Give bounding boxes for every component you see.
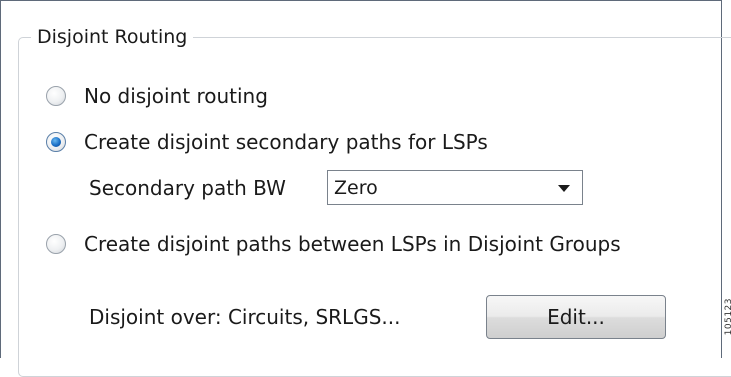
radio-label: Create disjoint paths between LSPs in Di…: [84, 232, 621, 256]
radio-create-disjoint-paths-groups[interactable]: Create disjoint paths between LSPs in Di…: [46, 230, 621, 258]
radio-button[interactable]: [46, 86, 66, 106]
figure-code: 105123: [724, 298, 731, 336]
secondary-path-bw-label: Secondary path BW: [89, 176, 286, 200]
radio-button[interactable]: [46, 234, 66, 254]
edit-button[interactable]: Edit...: [486, 295, 666, 339]
radio-label: Create disjoint secondary paths for LSPs: [84, 130, 488, 154]
radio-create-disjoint-secondary-paths[interactable]: Create disjoint secondary paths for LSPs: [46, 128, 488, 156]
disjoint-over-label: Disjoint over: Circuits, SRLGS...: [89, 305, 401, 329]
radio-no-disjoint-routing[interactable]: No disjoint routing: [46, 82, 268, 110]
chevron-down-icon[interactable]: [558, 185, 570, 192]
radio-button-selected[interactable]: [46, 132, 66, 152]
groupbox-title: Disjoint Routing: [31, 24, 194, 50]
secondary-path-bw-select[interactable]: Zero: [327, 170, 583, 205]
radio-label: No disjoint routing: [84, 84, 268, 108]
select-value: Zero: [334, 176, 378, 199]
